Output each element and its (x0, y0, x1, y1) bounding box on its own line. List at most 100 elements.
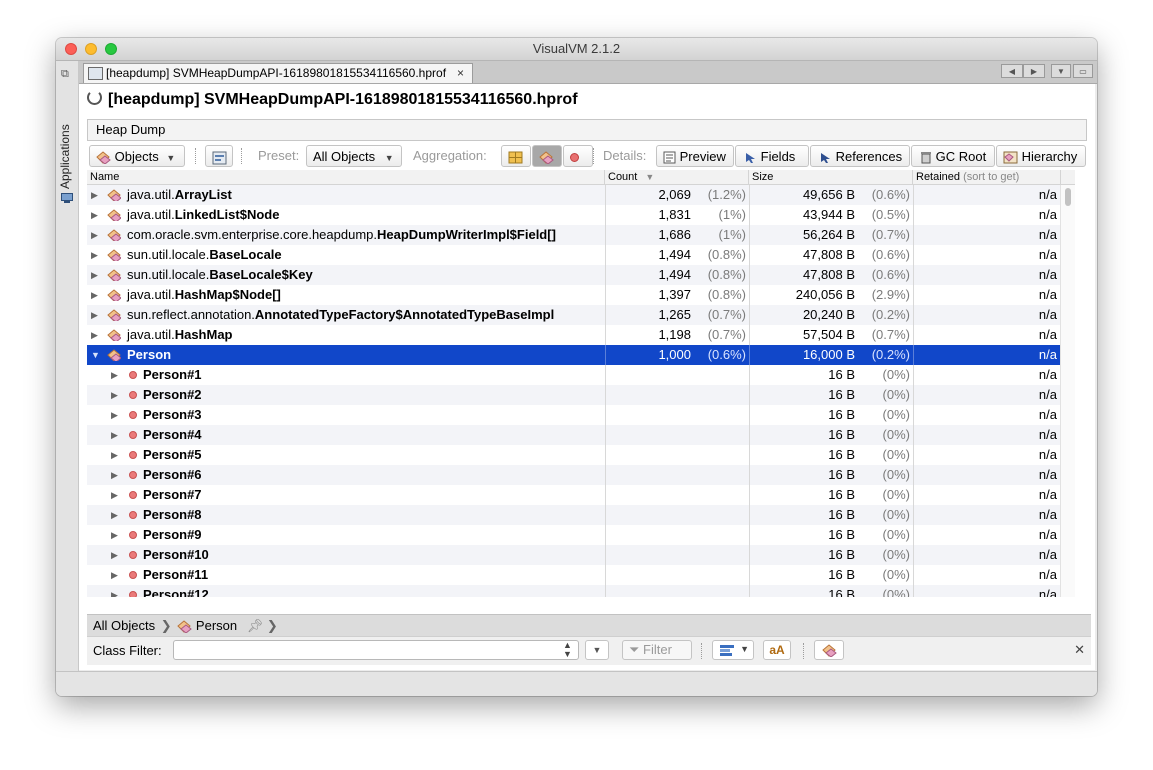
expand-icon[interactable]: ▶ (111, 485, 121, 505)
preview-toggle[interactable]: Preview (656, 145, 734, 167)
vertical-scrollbar[interactable] (1060, 185, 1075, 597)
instance-row[interactable]: ▶ Person#8 16 B (0%) n/a (87, 505, 1075, 525)
expand-icon[interactable]: ▶ (111, 505, 121, 525)
retained-cell: n/a (913, 485, 1061, 505)
class-icon (107, 309, 121, 321)
hierarchy-toggle[interactable]: Hierarchy (996, 145, 1086, 167)
expand-icon[interactable]: ▶ (91, 325, 101, 345)
scroll-tabs-left-icon[interactable]: ◀ (1001, 64, 1023, 78)
expand-icon[interactable]: ▶ (111, 565, 121, 585)
scrollbar-thumb[interactable] (1065, 188, 1071, 206)
class-row[interactable]: ▶ java.util.HashMap$Node[] 1,397 (0.8%) 240,… (87, 285, 1075, 305)
class-row[interactable]: ▶ sun.util.locale.BaseLocale$Key 1,494 (0.8… (87, 265, 1075, 285)
filter-type-dropdown[interactable]: ▼ (712, 640, 754, 660)
instance-row[interactable]: ▶ Person#3 16 B (0%) n/a (87, 405, 1075, 425)
close-window-button[interactable] (65, 43, 77, 55)
expand-icon[interactable]: ▶ (91, 305, 101, 325)
retained-column-header[interactable]: Retained (sort to get) (913, 170, 1061, 184)
class-row[interactable]: ▶ sun.util.locale.BaseLocale 1,494 (0.8%) 47… (87, 245, 1075, 265)
package-name: sun.util.locale. (127, 267, 210, 282)
match-case-toggle[interactable]: aA (763, 640, 791, 660)
expand-icon[interactable]: ▶ (111, 525, 121, 545)
expand-icon[interactable]: ▶ (91, 245, 101, 265)
expand-icon[interactable]: ▶ (111, 465, 121, 485)
size-value: 16 B (828, 507, 855, 522)
heapdump-summary-button[interactable] (205, 145, 233, 167)
class-filter-input[interactable] (173, 640, 579, 660)
class-row[interactable]: ▼ Person 1,000 (0.6%) 16,000 B (0.2%) n/a (87, 345, 1075, 365)
instance-row[interactable]: ▶ Person#11 16 B (0%) n/a (87, 565, 1075, 585)
objects-view-dropdown[interactable]: Objects ▼ (89, 145, 185, 167)
expand-icon[interactable]: ▶ (111, 545, 121, 565)
aggregation-packages-toggle[interactable] (501, 145, 531, 167)
count-column-header[interactable]: Count ▼ (605, 170, 749, 184)
class-name: java.util.ArrayList (127, 185, 232, 205)
class-row[interactable]: ▶ com.oracle.svm.enterprise.core.heapdump… (87, 225, 1075, 245)
expand-icon[interactable]: ▶ (111, 385, 121, 405)
heapdump-document-tab[interactable]: [heapdump] SVMHeapDumpAPI-16189801815534… (83, 63, 473, 83)
aggregation-classes-toggle[interactable] (532, 145, 562, 167)
instance-row[interactable]: ▶ Person#4 16 B (0%) n/a (87, 425, 1075, 445)
name-cell: ▶ Person#6 (87, 465, 605, 485)
instance-row[interactable]: ▶ Person#10 16 B (0%) n/a (87, 545, 1075, 565)
instance-row[interactable]: ▶ Person#12 16 B (0%) n/a (87, 585, 1075, 597)
filter-classes-toggle[interactable] (814, 640, 844, 660)
collapse-icon[interactable]: ▼ (91, 345, 101, 365)
instance-row[interactable]: ▶ Person#6 16 B (0%) n/a (87, 465, 1075, 485)
retained-cell: n/a (913, 585, 1061, 597)
instance-row[interactable]: ▶ Person#1 16 B (0%) n/a (87, 365, 1075, 385)
close-tab-icon[interactable]: × (457, 64, 464, 82)
filter-button[interactable]: ⏷ Filter (622, 640, 692, 660)
size-value: 16 B (828, 587, 855, 597)
size-percent: (0.5%) (871, 207, 910, 222)
breadcrumb-current[interactable]: Person (196, 618, 237, 633)
instance-icon (129, 531, 137, 539)
maximize-tab-icon[interactable]: ▭ (1073, 64, 1093, 78)
class-row[interactable]: ▶ java.util.ArrayList 2,069 (1.2%) 49,656 B (… (87, 185, 1075, 205)
size-percent: (0%) (882, 427, 910, 442)
class-row[interactable]: ▶ java.util.HashMap 1,198 (0.7%) 57,504 B (0.… (87, 325, 1075, 345)
expand-icon[interactable]: ▶ (111, 405, 121, 425)
instance-row[interactable]: ▶ Person#7 16 B (0%) n/a (87, 485, 1075, 505)
class-row[interactable]: ▶ java.util.LinkedList$Node 1,831 (1%) 43,94… (87, 205, 1075, 225)
close-filter-icon[interactable]: ✕ (1074, 642, 1085, 658)
class-row[interactable]: ▶ sun.reflect.annotation.AnnotatedTypeFac… (87, 305, 1075, 325)
aggregation-instances-toggle[interactable] (563, 145, 593, 167)
size-cell: 16 B (0%) (749, 465, 913, 485)
heap-dump-subtab[interactable]: Heap Dump (87, 119, 1087, 141)
scroll-tabs-right-icon[interactable]: ▶ (1023, 64, 1045, 78)
gc-root-toggle[interactable]: GC Root (911, 145, 995, 167)
heapdump-content: [heapdump] SVMHeapDumpAPI-16189801815534… (79, 84, 1095, 670)
size-column-header[interactable]: Size (749, 170, 913, 184)
expand-icon[interactable]: ▶ (111, 445, 121, 465)
expand-icon[interactable]: ▶ (91, 265, 101, 285)
instance-row[interactable]: ▶ Person#2 16 B (0%) n/a (87, 385, 1075, 405)
instance-icon (129, 391, 137, 399)
tab-list-dropdown-icon[interactable]: ▼ (1051, 64, 1071, 78)
monitor-icon[interactable] (61, 193, 73, 203)
expand-icon[interactable]: ▶ (111, 425, 121, 445)
expand-icon[interactable]: ▶ (111, 585, 121, 597)
expand-icon[interactable]: ▶ (91, 185, 101, 205)
expand-icon[interactable]: ▶ (91, 205, 101, 225)
breadcrumb-all-objects[interactable]: All Objects (93, 618, 155, 633)
instance-row[interactable]: ▶ Person#5 16 B (0%) n/a (87, 445, 1075, 465)
fields-toggle[interactable]: Fields (735, 145, 809, 167)
gc-root-label: GC Root (935, 149, 987, 164)
expand-icon[interactable]: ▶ (111, 365, 121, 385)
size-percent: (0.6%) (871, 187, 910, 202)
class-simple-name: Person#8 (143, 507, 202, 522)
references-toggle[interactable]: References (810, 145, 910, 167)
minimize-window-button[interactable] (85, 43, 97, 55)
zoom-window-button[interactable] (105, 43, 117, 55)
expand-icon[interactable]: ▶ (91, 285, 101, 305)
applications-tab[interactable]: Applications (58, 121, 76, 191)
instance-row[interactable]: ▶ Person#9 16 B (0%) n/a (87, 525, 1075, 545)
filter-history-dropdown[interactable]: ▼ (585, 640, 609, 660)
filter-mode-stepper-icon[interactable]: ▲ ▼ (563, 641, 572, 659)
pin-icon[interactable]: 📌︎ (247, 618, 264, 633)
restore-panel-icon[interactable]: ⧉ (61, 69, 73, 80)
expand-icon[interactable]: ▶ (91, 225, 101, 245)
preset-dropdown[interactable]: All Objects ▼ (306, 145, 402, 167)
name-column-header[interactable]: Name (87, 170, 605, 184)
